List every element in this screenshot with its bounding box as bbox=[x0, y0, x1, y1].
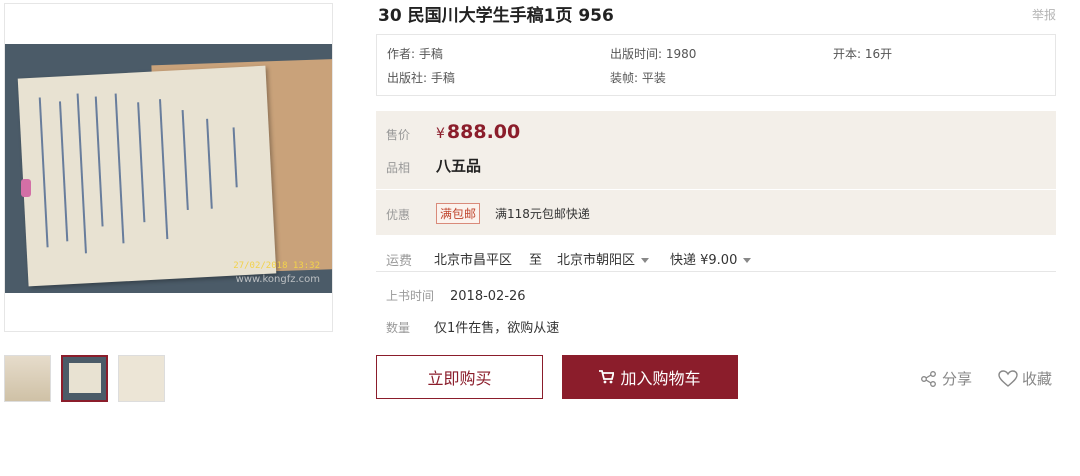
paper-clip bbox=[21, 179, 31, 197]
listing-date-value: 2018-02-26 bbox=[450, 289, 526, 304]
cart-icon bbox=[599, 370, 615, 384]
chevron-down-icon bbox=[743, 258, 752, 263]
currency-symbol: ¥ bbox=[436, 126, 445, 142]
ship-to-dropdown[interactable]: 北京市朝阳区 bbox=[557, 249, 650, 268]
free-shipping-badge: 满包邮 bbox=[436, 203, 481, 224]
price-divider bbox=[376, 189, 1056, 190]
thumbnail-strip bbox=[4, 355, 165, 402]
photo-watermark: www.kongfz.com bbox=[235, 274, 320, 285]
price-panel: 售价 ¥888.00 品相 八五品 优惠 满包邮 满118元包邮快递 bbox=[376, 111, 1056, 235]
promo-label: 优惠 bbox=[386, 208, 411, 222]
share-button[interactable]: 分享 bbox=[920, 368, 972, 389]
favorite-label: 收藏 bbox=[1022, 370, 1053, 388]
ship-method-dropdown[interactable]: 快递 ¥9.00 bbox=[670, 249, 752, 268]
thumbnail-2[interactable] bbox=[61, 355, 108, 402]
quantity-value: 仅1件在售，欲购从速 bbox=[434, 321, 560, 336]
favorite-button[interactable]: 收藏 bbox=[998, 368, 1052, 389]
share-icon bbox=[921, 370, 936, 387]
listing-date-label: 上书时间 bbox=[386, 289, 435, 303]
add-to-cart-button[interactable]: 加入购物车 bbox=[562, 355, 738, 399]
thumbnail-1[interactable] bbox=[4, 355, 51, 402]
attr-author: 作者: 手稿 bbox=[387, 47, 443, 61]
report-link[interactable]: 举报 bbox=[1032, 6, 1056, 23]
shipping-label: 运费 bbox=[386, 254, 413, 269]
price-amount: 888.00 bbox=[446, 121, 521, 143]
attr-binding: 装帧: 平装 bbox=[610, 71, 666, 85]
share-label: 分享 bbox=[942, 370, 973, 388]
product-title: 30 民国川大学生手稿1页 956 bbox=[378, 6, 614, 26]
condition-label: 品相 bbox=[386, 161, 411, 175]
heart-icon bbox=[998, 369, 1018, 387]
shipping-row: 运费 北京市昌平区 至 北京市朝阳区 快递 ¥9.00 bbox=[376, 244, 1056, 272]
quantity-row: 数量 仅1件在售，欲购从速 bbox=[376, 317, 559, 336]
ship-from: 北京市昌平区 bbox=[434, 253, 513, 268]
manuscript-paper bbox=[17, 65, 277, 287]
ship-to-value: 北京市朝阳区 bbox=[557, 253, 636, 268]
attr-format: 开本: 16开 bbox=[833, 47, 893, 61]
attribute-panel: 作者: 手稿 出版时间: 1980 开本: 16开 出版社: 手稿 装帧: 平装 bbox=[376, 34, 1056, 96]
photo-date-stamp: 27/02/2018 13:32 bbox=[233, 261, 320, 271]
main-product-image[interactable]: 27/02/2018 13:32 www.kongfz.com bbox=[4, 3, 333, 332]
price-value: ¥888.00 bbox=[436, 121, 520, 143]
condition-value: 八五品 bbox=[436, 157, 482, 175]
manuscript-photo: 27/02/2018 13:32 www.kongfz.com bbox=[5, 44, 332, 293]
price-label: 售价 bbox=[386, 128, 411, 142]
ship-to-word: 至 bbox=[529, 253, 543, 268]
thumbnail-3[interactable] bbox=[118, 355, 165, 402]
quantity-label: 数量 bbox=[386, 321, 411, 335]
buy-now-button[interactable]: 立即购买 bbox=[376, 355, 543, 399]
ship-method-value: 快递 ¥9.00 bbox=[670, 253, 738, 268]
chevron-down-icon bbox=[641, 258, 650, 263]
attr-publish-time: 出版时间: 1980 bbox=[610, 47, 697, 61]
listing-date-row: 上书时间 2018-02-26 bbox=[376, 287, 526, 304]
add-to-cart-label: 加入购物车 bbox=[620, 369, 701, 388]
attr-publisher: 出版社: 手稿 bbox=[387, 71, 455, 85]
promo-text: 满118元包邮快递 bbox=[495, 207, 590, 221]
